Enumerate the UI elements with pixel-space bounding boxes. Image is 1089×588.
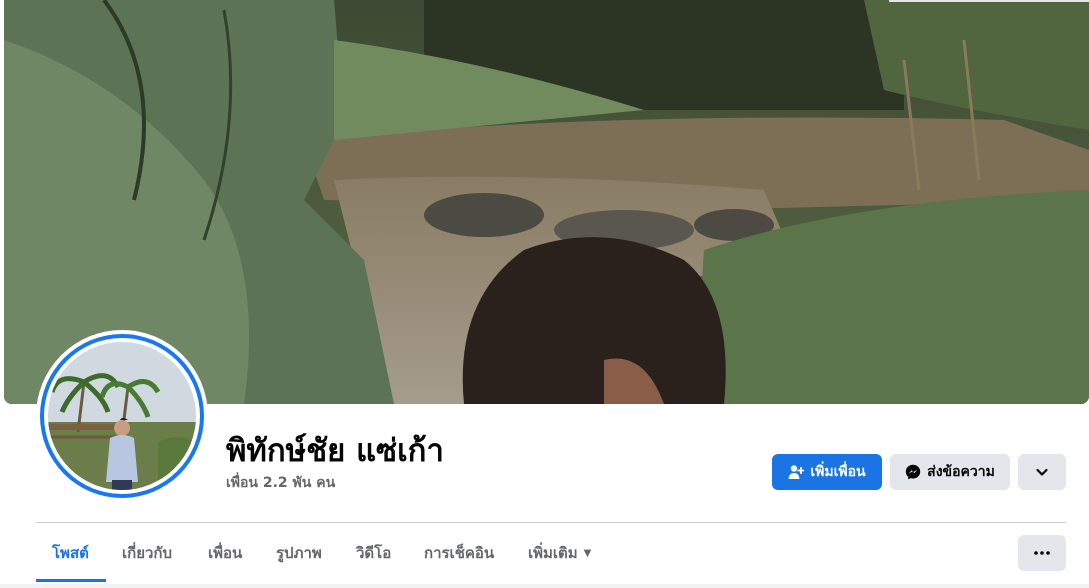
add-friend-label: เพิ่มเพื่อน: [810, 464, 866, 480]
tab-videos-label: วิดีโอ: [356, 544, 392, 562]
tab-more-label: เพิ่มเติม: [528, 544, 578, 562]
tab-more[interactable]: เพิ่มเติม ▼: [528, 524, 591, 582]
profile-avatar[interactable]: [36, 330, 208, 502]
add-friend-button[interactable]: เพิ่มเพื่อน: [772, 454, 882, 490]
message-label: ส่งข้อความ: [927, 464, 995, 480]
page-bottom-band: [0, 584, 1089, 588]
active-tab-indicator: [36, 579, 106, 582]
avatar-frame: [44, 338, 200, 494]
caret-down-icon: ▼: [583, 547, 592, 559]
avatar-story-ring: [40, 334, 204, 498]
header-divider: [36, 522, 1066, 523]
tab-checkins-label: การเช็คอิน: [424, 544, 495, 562]
chevron-down-icon: [1035, 465, 1049, 479]
tab-photos[interactable]: รูปภาพ: [276, 524, 322, 582]
tab-about[interactable]: เกี่ยวกับ: [122, 524, 172, 582]
tab-friends-label: เพื่อน: [208, 544, 243, 562]
ellipsis-icon: [1034, 551, 1050, 555]
tab-posts[interactable]: โพสต์: [52, 524, 89, 582]
tab-checkins[interactable]: การเช็คอิน: [424, 524, 494, 582]
profile-name: พิทักษ์ชัย แซ่เก้า: [226, 433, 444, 469]
person-plus-icon: [788, 464, 805, 480]
tab-about-label: เกี่ยวกับ: [122, 544, 173, 562]
tab-posts-label: โพสต์: [52, 544, 89, 562]
message-button[interactable]: ส่งข้อความ: [890, 454, 1010, 490]
friend-count[interactable]: เพื่อน 2.2 พัน คน: [226, 472, 335, 494]
tab-photos-label: รูปภาพ: [276, 544, 322, 562]
cover-top-strip: [889, 0, 1089, 2]
profile-overflow-button[interactable]: [1018, 535, 1066, 571]
avatar-image: [48, 342, 196, 490]
tab-videos[interactable]: วิดีโอ: [356, 524, 391, 582]
tab-friends[interactable]: เพื่อน: [208, 524, 242, 582]
messenger-icon: [905, 464, 921, 480]
profile-options-button[interactable]: [1018, 454, 1066, 490]
